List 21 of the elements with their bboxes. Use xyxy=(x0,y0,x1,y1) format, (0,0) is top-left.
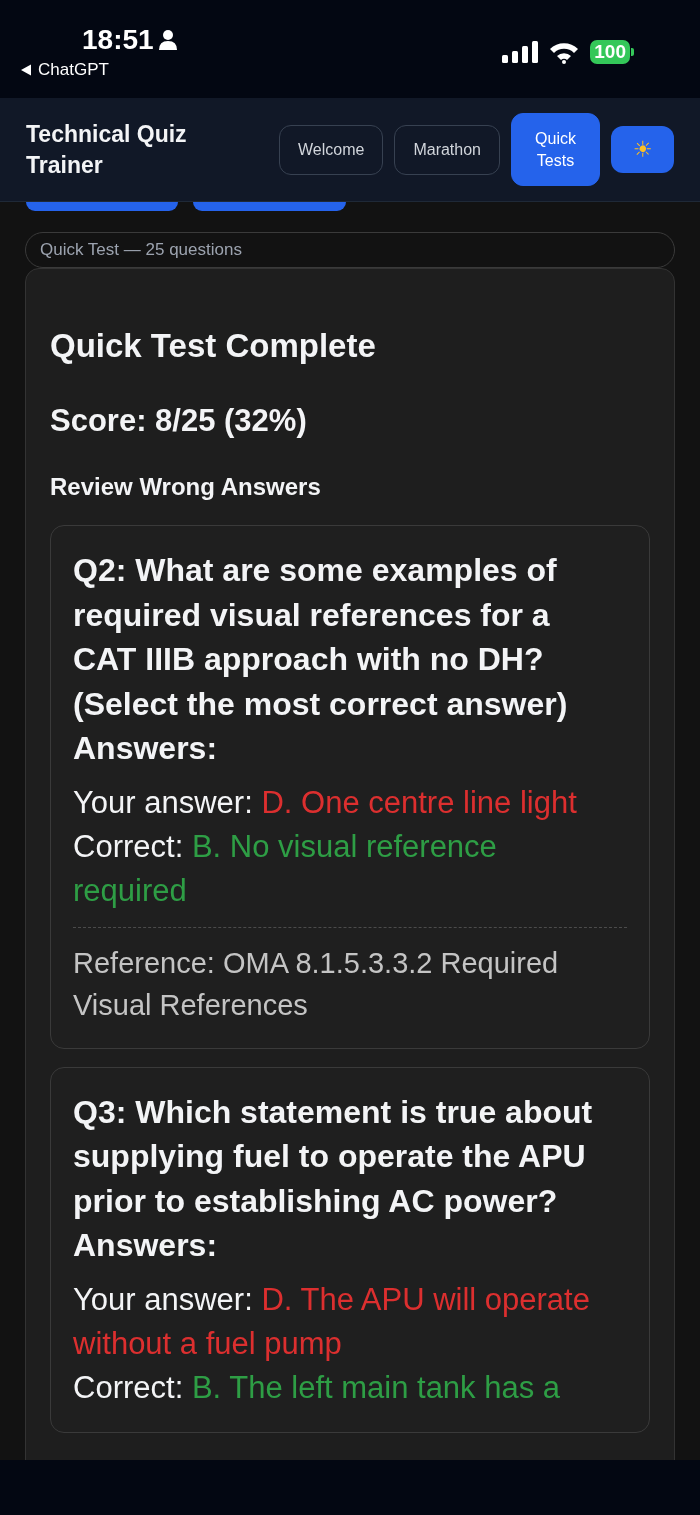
nav-tab[interactable]: Marathon xyxy=(394,124,500,175)
reference-text: Reference: OMA 8.1.5.3.3.2 Required Visual References xyxy=(73,926,627,1026)
your-answer-line: Your answer: D. The APU will operate without a fuel pump xyxy=(73,1280,591,1363)
result-title: Quick Test Complete xyxy=(50,327,377,365)
question-text: Q3: Which statement is true about supplying fuel to operate the APU prior to establishing AC power? Answers: xyxy=(73,1092,594,1265)
person-icon xyxy=(157,29,178,51)
score-text: Score: 8/25 (32%) xyxy=(50,403,308,439)
app-title: Technical Quiz Trainer xyxy=(26,119,188,180)
review-heading: Review Wrong Answers xyxy=(50,473,322,501)
nav-tab[interactable]: Welcome xyxy=(279,124,384,175)
correct-answer-line: Correct: B. No visual reference required xyxy=(73,827,498,910)
back-link[interactable]: ChatGPT xyxy=(38,60,109,80)
back-arrow-icon[interactable] xyxy=(20,64,32,76)
correct-answer-line: Correct: B. The left main tank has a xyxy=(73,1368,562,1407)
status-time: 18:51 xyxy=(82,24,154,56)
battery-level: 100 xyxy=(590,40,630,64)
wifi-icon xyxy=(548,40,581,64)
signal-icon xyxy=(502,41,539,63)
question-text: Q2: What are some examples of required visual references for a CAT IIIB approach with no DH? (Select the most correct answer) Answers: xyxy=(73,551,569,768)
your-answer-line: Your answer: D. One centre line light xyxy=(73,783,578,822)
nav-tab[interactable]: Quick Tests xyxy=(511,113,600,186)
